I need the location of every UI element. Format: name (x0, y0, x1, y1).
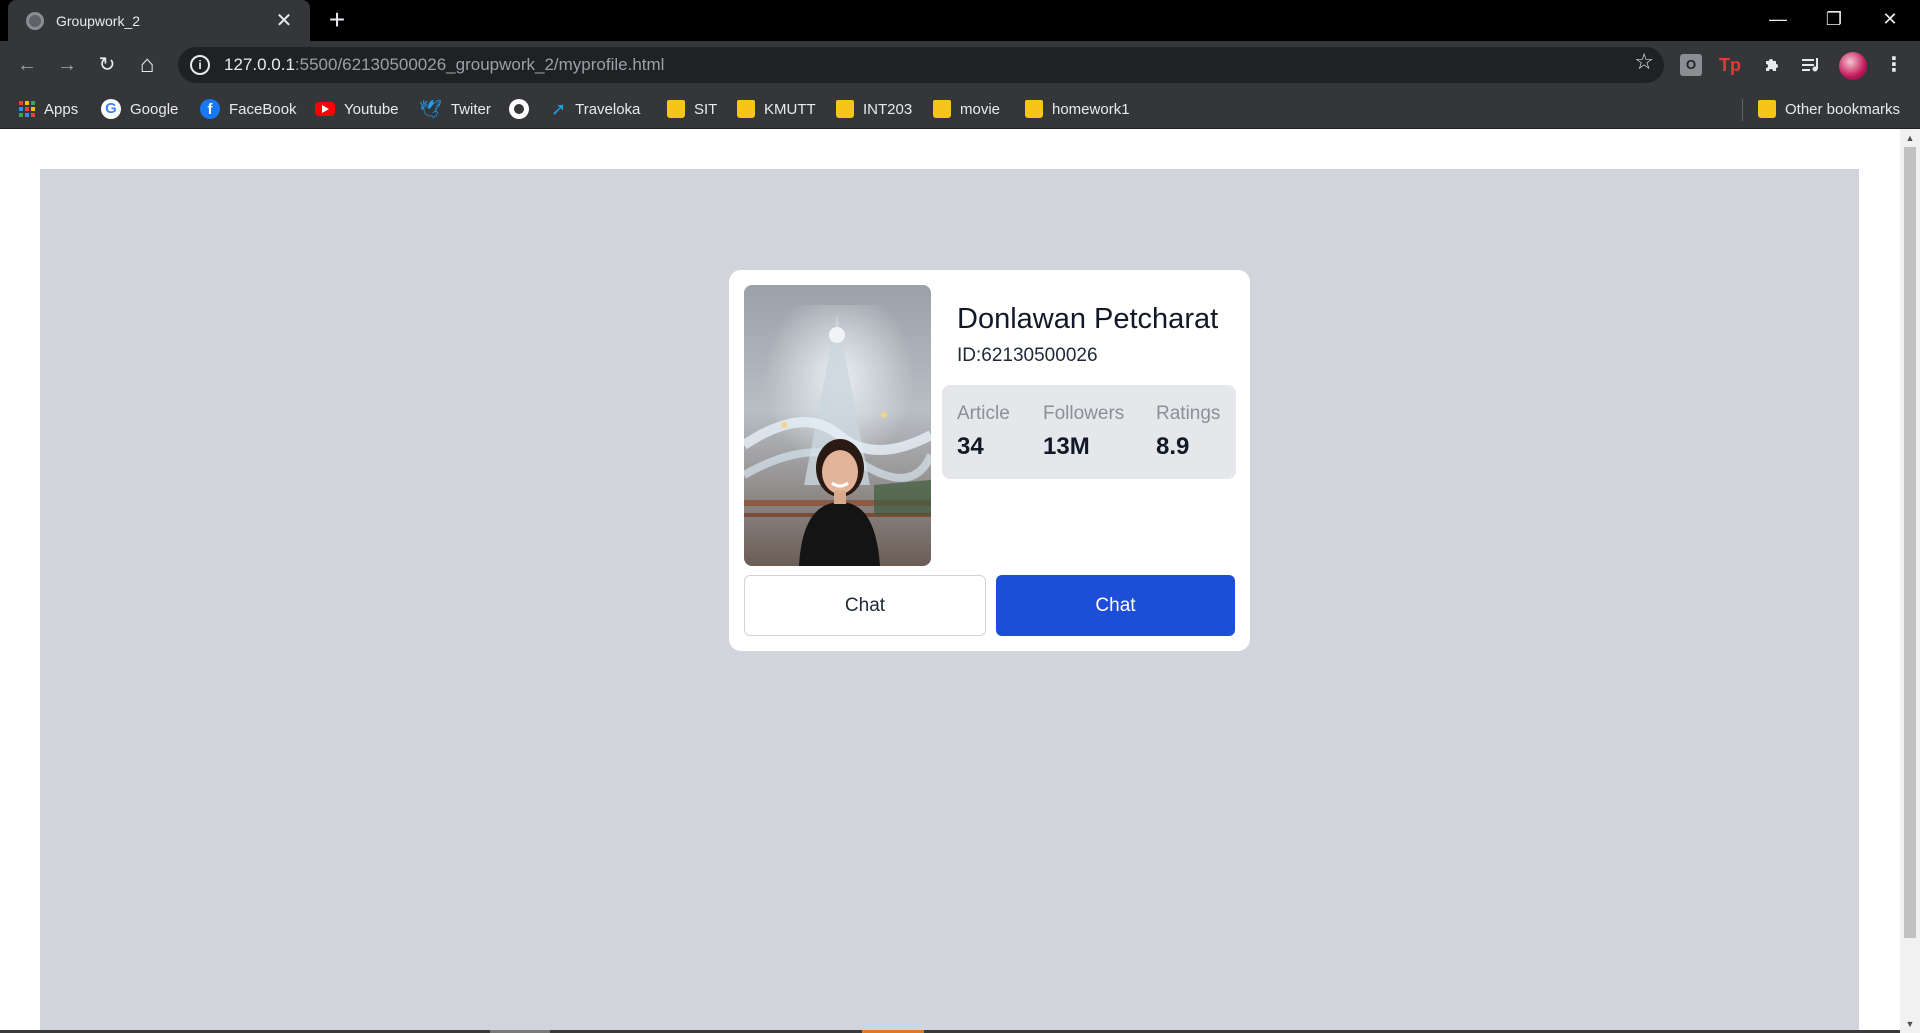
bookmarks-bar: Apps G Google f FaceBook Youtube 🕊 Twite… (0, 89, 1920, 129)
page-viewport: Donlawan Petcharat ID:62130500026 Articl… (0, 129, 1920, 1033)
tab-title: Groupwork_2 (56, 12, 141, 29)
bookmark-apps[interactable]: Apps (19, 98, 78, 120)
profile-photo (744, 285, 931, 566)
stat-value: 13M (1043, 433, 1090, 460)
stat-article: Article 34 (957, 403, 1010, 461)
other-bookmarks-label: Other bookmarks (1785, 100, 1901, 118)
stat-ratings: Ratings 8.9 (1156, 403, 1220, 461)
profile-card: Donlawan Petcharat ID:62130500026 Articl… (729, 270, 1250, 651)
bookmark-folder-homework1[interactable]: homework1 (1025, 98, 1130, 120)
facebook-icon: f (200, 99, 220, 119)
vertical-scrollbar[interactable]: ▲ ▼ (1900, 129, 1920, 1033)
tab-strip: Groupwork_2 ✕ + — ❐ ✕ (0, 0, 1920, 41)
bookmark-label: SIT (694, 100, 718, 118)
address-bar[interactable]: i 127.0.0.1:5500/62130500026_groupwork_2… (178, 47, 1664, 83)
chat-button-secondary[interactable]: Chat (744, 575, 986, 636)
scroll-up-icon[interactable]: ▲ (1900, 129, 1920, 147)
address-url: 127.0.0.1:5500/62130500026_groupwork_2/m… (224, 55, 664, 75)
bookmark-facebook[interactable]: f FaceBook (200, 98, 297, 120)
bookmark-label: INT203 (863, 100, 913, 118)
address-host: 127.0.0.1 (224, 55, 295, 74)
youtube-icon (315, 102, 335, 116)
bookmark-label: movie (960, 100, 1001, 118)
other-bookmarks[interactable]: Other bookmarks (1758, 98, 1900, 120)
browser-tab[interactable]: Groupwork_2 ✕ (8, 0, 310, 41)
folder-icon (737, 100, 755, 118)
reload-icon[interactable]: ↻ (91, 49, 123, 81)
github-icon (509, 99, 529, 119)
bookmark-github[interactable] (509, 98, 529, 120)
site-info-icon[interactable]: i (190, 55, 210, 75)
bookmark-star-icon[interactable]: ☆ (1634, 49, 1654, 75)
bookmarks-divider (1742, 99, 1743, 121)
browser-toolbar: ← → ↻ ⌂ i 127.0.0.1:5500/62130500026_gro… (0, 41, 1920, 89)
bookmark-label: Google (130, 100, 179, 118)
tab-close-icon[interactable]: ✕ (270, 11, 298, 31)
profile-id: ID:62130500026 (957, 345, 1098, 366)
profile-stats: Article 34 Followers 13M Ratings 8.9 (942, 385, 1236, 479)
stat-label: Article (957, 403, 1010, 424)
bookmark-label: Apps (44, 100, 79, 118)
bookmark-label: FaceBook (229, 100, 297, 118)
bookmark-label: KMUTT (764, 100, 816, 118)
home-icon[interactable]: ⌂ (131, 49, 163, 81)
stat-followers: Followers 13M (1043, 403, 1124, 461)
minimize-icon[interactable]: — (1750, 0, 1806, 41)
back-icon[interactable]: ← (11, 49, 43, 81)
stat-value: 8.9 (1156, 433, 1190, 460)
google-icon: G (101, 99, 121, 119)
new-tab-button[interactable]: + (323, 4, 351, 36)
bookmark-label: Twiter (450, 100, 491, 118)
extensions-puzzle-icon[interactable] (1758, 51, 1786, 79)
media-control-icon[interactable] (1797, 51, 1825, 79)
chat-button-primary[interactable]: Chat (996, 575, 1235, 636)
profile-name: Donlawan Petcharat (957, 303, 1219, 335)
bookmark-folder-kmutt[interactable]: KMUTT (737, 98, 816, 120)
close-window-icon[interactable]: ✕ (1862, 0, 1918, 41)
folder-icon (667, 100, 685, 118)
bookmark-label: Traveloka (575, 100, 641, 118)
extension-tp-icon[interactable]: Tp (1716, 51, 1744, 79)
apps-grid-icon (19, 101, 35, 117)
page-background: Donlawan Petcharat ID:62130500026 Articl… (40, 169, 1859, 1033)
forward-icon[interactable]: → (51, 49, 83, 81)
restore-icon[interactable]: ❐ (1806, 0, 1862, 41)
tab-favicon-icon (26, 11, 44, 30)
extension-o-icon[interactable]: O (1680, 54, 1702, 76)
bookmark-traveloka[interactable]: ➚ Traveloka (551, 98, 640, 120)
profile-avatar[interactable] (1839, 52, 1867, 80)
scroll-thumb[interactable] (1904, 147, 1916, 938)
folder-icon (1758, 100, 1776, 118)
bookmark-label: homework1 (1052, 100, 1130, 118)
bookmark-google[interactable]: G Google (101, 98, 178, 120)
folder-icon (836, 100, 854, 118)
stat-label: Followers (1043, 403, 1125, 424)
folder-icon (1025, 100, 1043, 118)
scroll-down-icon[interactable]: ▼ (1900, 1015, 1920, 1033)
browser-menu-icon[interactable]: ⋮ (1880, 51, 1908, 79)
bookmark-label: Youtube (344, 100, 399, 118)
stat-label: Ratings (1156, 403, 1221, 424)
stat-value: 34 (957, 433, 984, 460)
twitter-icon: 🕊 (419, 98, 442, 119)
folder-icon (933, 100, 951, 118)
bookmark-folder-sit[interactable]: SIT (667, 98, 717, 120)
bookmark-folder-movie[interactable]: movie (933, 98, 1000, 120)
bookmark-twitter[interactable]: 🕊 Twiter (419, 98, 491, 120)
bookmark-folder-int203[interactable]: INT203 (836, 98, 912, 120)
address-path: :5500/62130500026_groupwork_2/myprofile.… (294, 55, 665, 74)
traveloka-icon: ➚ (551, 98, 567, 119)
bookmark-youtube[interactable]: Youtube (315, 98, 399, 120)
